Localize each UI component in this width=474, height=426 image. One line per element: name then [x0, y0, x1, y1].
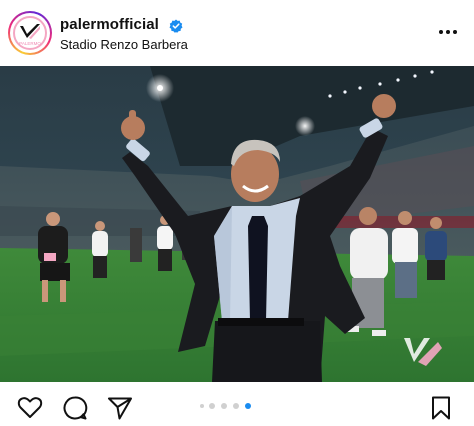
paper-plane-icon[interactable]	[107, 395, 133, 421]
avatar-inner: PALERMO	[10, 13, 50, 53]
comment-bubble-icon[interactable]	[62, 395, 88, 421]
carousel-dot	[200, 404, 204, 408]
post-header: PALERMO palermofficial Stadio Renzo Barb…	[0, 0, 474, 66]
username[interactable]: palermofficial	[60, 16, 159, 33]
stadium-photo	[0, 66, 474, 382]
carousel-dot	[221, 403, 227, 409]
carousel-dot-active	[245, 403, 251, 409]
post-image[interactable]	[0, 66, 474, 382]
profile-avatar[interactable]: PALERMO	[8, 11, 52, 55]
more-horizontal-icon[interactable]	[438, 27, 458, 37]
verified-badge-icon	[169, 19, 183, 33]
svg-text:PALERMO: PALERMO	[19, 41, 41, 46]
heart-icon[interactable]	[17, 395, 43, 421]
bookmark-icon[interactable]	[428, 395, 454, 421]
carousel-dot	[233, 403, 239, 409]
carousel-dot	[209, 403, 215, 409]
post-location[interactable]: Stadio Renzo Barbera	[60, 37, 188, 52]
palermo-logo-icon: PALERMO	[13, 16, 47, 50]
